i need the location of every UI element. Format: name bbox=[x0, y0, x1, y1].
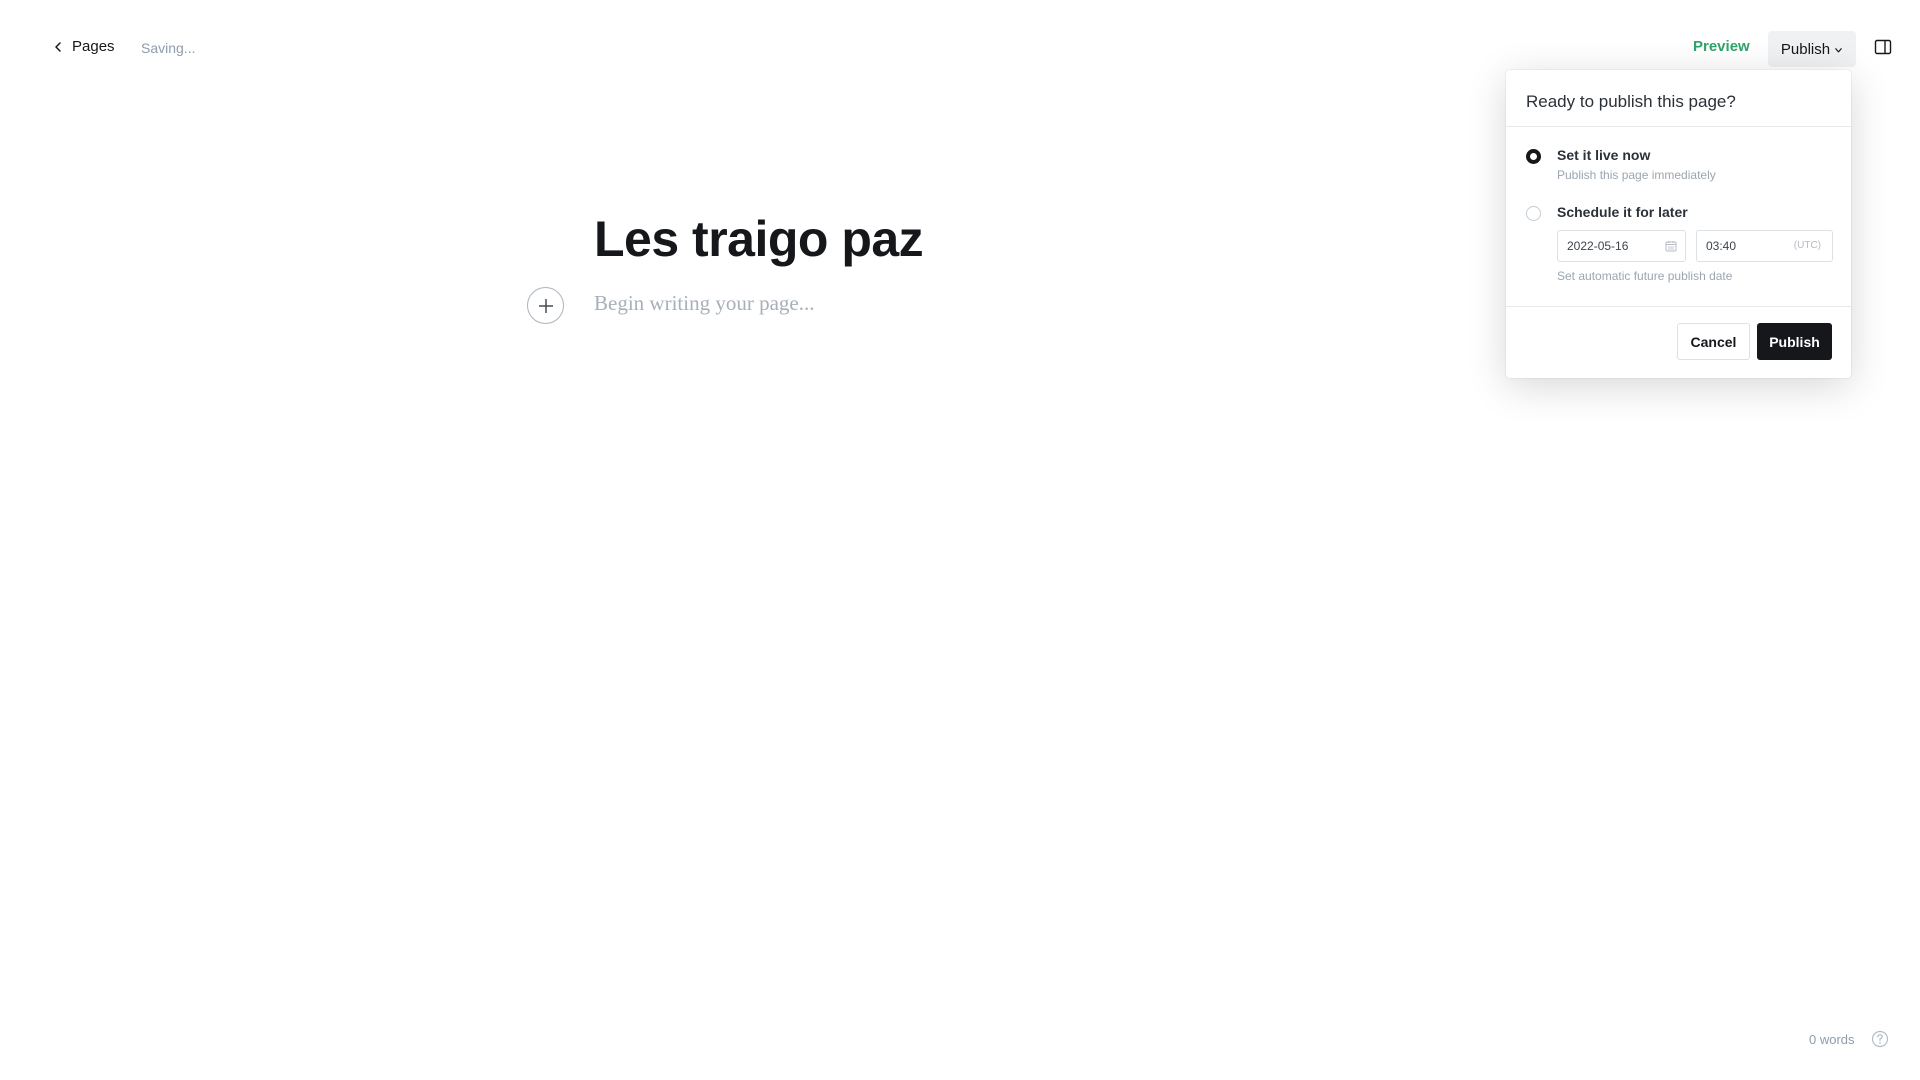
sidebar-toggle-icon[interactable] bbox=[1874, 38, 1892, 56]
chevron-left-icon bbox=[55, 41, 61, 52]
cancel-button[interactable]: Cancel bbox=[1677, 323, 1750, 360]
calendar-icon[interactable] bbox=[1665, 240, 1677, 252]
option-label: Set it live now bbox=[1557, 147, 1651, 163]
option-description: Publish this page immediately bbox=[1557, 168, 1716, 182]
schedule-time-field[interactable]: 03:40 (UTC) bbox=[1696, 230, 1833, 262]
editor-page: Pages Saving... Preview Publish Les trai… bbox=[0, 0, 1920, 1080]
popover-heading: Ready to publish this page? bbox=[1506, 70, 1851, 127]
date-value: 2022-05-16 bbox=[1567, 239, 1629, 253]
schedule-date-field[interactable]: 2022-05-16 bbox=[1557, 230, 1686, 262]
save-status: Saving... bbox=[141, 40, 196, 56]
editor-body-placeholder[interactable]: Begin writing your page... bbox=[594, 291, 814, 316]
plus-icon bbox=[538, 298, 553, 313]
question-circle-icon[interactable] bbox=[1871, 1030, 1889, 1048]
publish-menu-button[interactable]: Publish bbox=[1768, 31, 1856, 67]
publish-popover: Ready to publish this page? Set it live … bbox=[1506, 70, 1851, 378]
publish-menu-label: Publish bbox=[1780, 40, 1831, 58]
chevron-down-icon bbox=[1835, 48, 1842, 53]
option-label: Schedule it for later bbox=[1557, 204, 1688, 220]
radio-set-live-now[interactable] bbox=[1526, 149, 1541, 164]
radio-schedule-later[interactable] bbox=[1526, 206, 1541, 221]
preview-button[interactable]: Preview bbox=[1693, 38, 1750, 55]
schedule-description: Set automatic future publish date bbox=[1557, 269, 1733, 283]
time-value: 03:40 bbox=[1706, 239, 1737, 253]
page-title[interactable]: Les traigo paz bbox=[594, 210, 924, 268]
word-count: 0 words bbox=[1809, 1032, 1855, 1047]
publish-confirm-button[interactable]: Publish bbox=[1757, 323, 1832, 360]
back-to-pages-link[interactable]: Pages bbox=[52, 38, 115, 55]
add-card-button[interactable] bbox=[527, 287, 564, 324]
back-link-label: Pages bbox=[72, 38, 115, 55]
popover-divider bbox=[1506, 306, 1851, 307]
timezone-label: (UTC) bbox=[1793, 240, 1821, 251]
